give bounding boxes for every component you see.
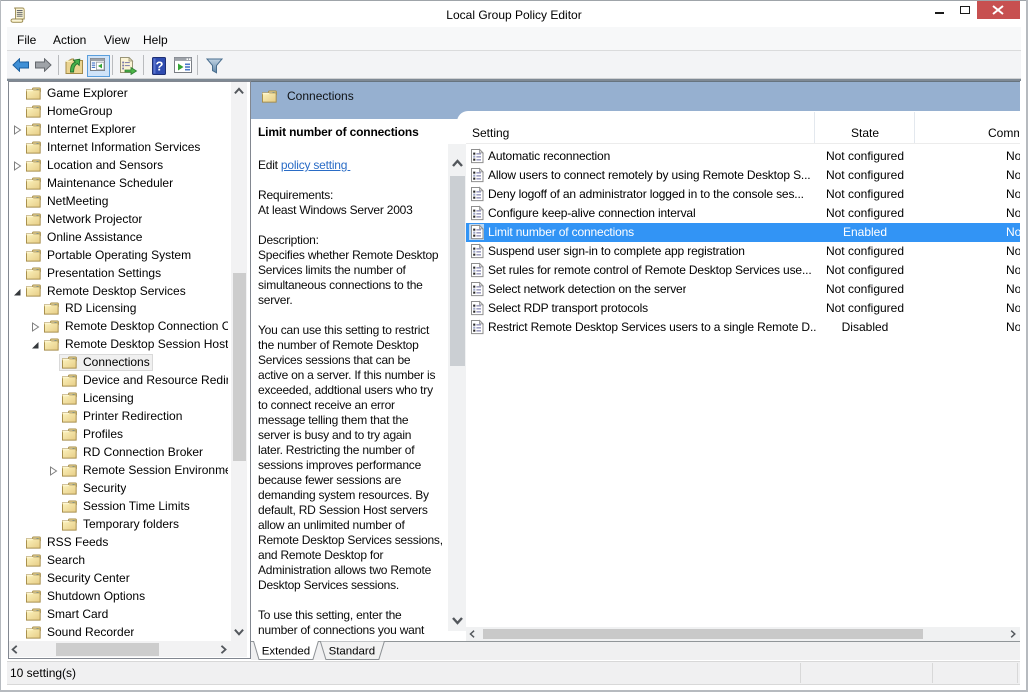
svg-text:Standard: Standard <box>329 645 376 657</box>
svg-text:?: ? <box>155 58 163 73</box>
svg-text:Extended: Extended <box>262 645 310 657</box>
